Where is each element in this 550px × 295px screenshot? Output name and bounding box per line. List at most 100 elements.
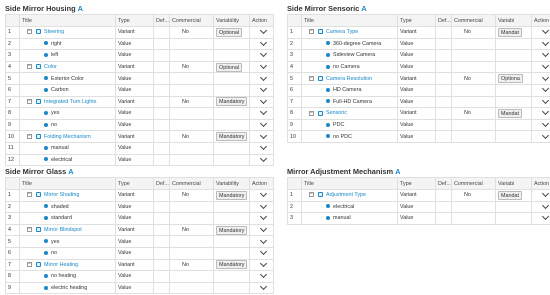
table-row[interactable]: 3 manual Value [287, 212, 550, 225]
table-row[interactable]: 3 left Value [5, 49, 274, 62]
table-row[interactable]: 9 no Value [5, 118, 274, 132]
header-commercial[interactable]: Commercial [451, 177, 496, 190]
chevron-down-icon[interactable] [259, 62, 267, 70]
variant-title-link[interactable]: Mirror Heating [44, 262, 78, 268]
header-variability[interactable]: Variability [213, 177, 250, 190]
variant-title-link[interactable]: Camera Type [326, 29, 358, 35]
chevron-down-icon[interactable] [259, 143, 267, 151]
header-title[interactable]: Title [19, 177, 116, 190]
header-action[interactable]: Action [531, 14, 550, 27]
panel-title-accent[interactable]: A [78, 4, 83, 13]
chevron-down-icon[interactable] [259, 131, 267, 139]
header-commercial[interactable]: Commercial [169, 177, 214, 190]
variability-dropdown[interactable]: Optional [216, 62, 243, 72]
collapse-toggle-icon[interactable]: − [309, 75, 314, 81]
table-row[interactable]: 4 − Color Variant No Optional [5, 60, 274, 74]
variability-dropdown[interactable]: Optiona [498, 74, 523, 84]
header-action[interactable]: Action [249, 177, 274, 190]
header-variability[interactable]: Variabi [495, 14, 532, 27]
table-row[interactable]: 3 Sideview Camera Value [287, 49, 550, 62]
header-default[interactable]: Def... [435, 177, 452, 190]
variability-dropdown[interactable]: Mandat [498, 190, 522, 200]
chevron-down-icon[interactable] [259, 27, 267, 35]
table-row[interactable]: 8 no heating Value [5, 270, 274, 283]
panel-title-accent[interactable]: A [361, 4, 366, 13]
chevron-down-icon[interactable] [541, 73, 549, 81]
table-row[interactable]: 1 − Mirror Shading Variant No Mandatory [5, 189, 274, 202]
table-row[interactable]: 2 shaded Value [5, 200, 274, 214]
table-row[interactable]: 7 Full-HD Camera Value [287, 95, 550, 109]
header-default[interactable]: Def... [153, 177, 170, 190]
table-row[interactable]: 6 Carbon Value [5, 83, 274, 97]
header-title[interactable]: Title [19, 14, 116, 27]
chevron-down-icon[interactable] [259, 225, 267, 233]
table-row[interactable]: 2 right Value [5, 37, 274, 51]
table-row[interactable]: 4 no Camera Value [287, 60, 550, 74]
table-row[interactable]: 8 − Sensoric Variant No Mandat [287, 107, 550, 120]
chevron-down-icon[interactable] [541, 190, 549, 198]
chevron-down-icon[interactable] [259, 213, 267, 221]
chevron-down-icon[interactable] [541, 202, 549, 209]
table-row[interactable]: 9 electric heating Value [5, 281, 274, 295]
table-row[interactable]: 5 Exterior Color Value [5, 72, 274, 85]
collapse-toggle-icon[interactable]: − [27, 133, 32, 139]
chevron-down-icon[interactable] [259, 260, 267, 267]
table-row[interactable]: 7 − Integrated Turn Lights Variant No Mandato… [5, 95, 274, 109]
chevron-down-icon[interactable] [541, 50, 549, 58]
variant-title-link[interactable]: Steering [44, 29, 64, 35]
variant-title-link[interactable]: Color [44, 64, 57, 70]
chevron-down-icon[interactable] [259, 39, 267, 46]
table-row[interactable]: 7 − Mirror Heating Variant No Mandatory [5, 258, 274, 272]
table-row[interactable]: 8 yes Value [5, 107, 274, 120]
header-commercial[interactable]: Commercial [451, 14, 496, 27]
collapse-toggle-icon[interactable]: − [27, 227, 32, 233]
chevron-down-icon[interactable] [541, 108, 549, 116]
chevron-down-icon[interactable] [259, 154, 267, 162]
header-type[interactable]: Type [397, 177, 436, 190]
collapse-toggle-icon[interactable]: − [309, 192, 314, 198]
header-commercial[interactable]: Commercial [169, 14, 214, 27]
variant-title-link[interactable]: Mirror Blindspot [44, 227, 82, 233]
header-title[interactable]: Title [301, 14, 398, 27]
header-type[interactable]: Type [115, 177, 154, 190]
chevron-down-icon[interactable] [259, 202, 267, 209]
chevron-down-icon[interactable] [259, 73, 267, 81]
chevron-down-icon[interactable] [541, 213, 549, 221]
table-row[interactable]: 2 360-degree Camera Value [287, 37, 550, 51]
table-row[interactable]: 4 − Mirror Blindspot Variant No Mandatory [5, 223, 274, 237]
header-action[interactable]: Action [531, 177, 550, 190]
header-action[interactable]: Action [249, 14, 274, 27]
table-row[interactable]: 1 − Camera Type Variant No Mandat [287, 26, 550, 39]
variant-title-link[interactable]: Mirror Shading [44, 192, 79, 198]
table-row[interactable]: 12 electrical Value [5, 153, 274, 167]
table-row[interactable]: 6 no Value [5, 246, 274, 260]
table-row[interactable]: 10 no PDC Value [287, 130, 550, 143]
chevron-down-icon[interactable] [541, 62, 549, 70]
header-variability[interactable]: Variability [213, 14, 250, 27]
variant-title-link[interactable]: Sensoric [326, 110, 347, 116]
chevron-down-icon[interactable] [541, 85, 549, 93]
header-type[interactable]: Type [397, 14, 436, 27]
variant-title-link[interactable]: Adjustment Type [326, 192, 366, 198]
table-row[interactable]: 9 PDC Value [287, 118, 550, 132]
variant-title-link[interactable]: Folding Mechanism [44, 134, 91, 140]
variability-dropdown[interactable]: Mandatory [216, 225, 248, 235]
table-row[interactable]: 3 standard Value [5, 212, 274, 225]
chevron-down-icon[interactable] [259, 97, 267, 104]
chevron-down-icon[interactable] [259, 248, 267, 256]
table-row[interactable]: 2 electrical Value [287, 200, 550, 214]
chevron-down-icon[interactable] [259, 108, 267, 116]
chevron-down-icon[interactable] [259, 236, 267, 244]
chevron-down-icon[interactable] [259, 50, 267, 58]
variability-dropdown[interactable]: Mandat [498, 27, 522, 37]
chevron-down-icon[interactable] [541, 120, 549, 128]
header-default[interactable]: Def... [435, 14, 452, 27]
header-title[interactable]: Title [301, 177, 398, 190]
collapse-toggle-icon[interactable]: − [27, 64, 32, 70]
chevron-down-icon[interactable] [259, 190, 267, 198]
variability-dropdown[interactable]: Mandatory [216, 97, 248, 107]
table-row[interactable]: 6 HD Camera Value [287, 83, 550, 97]
variability-dropdown[interactable]: Mandatory [216, 132, 248, 142]
chevron-down-icon[interactable] [259, 85, 267, 93]
chevron-down-icon[interactable] [259, 283, 267, 291]
